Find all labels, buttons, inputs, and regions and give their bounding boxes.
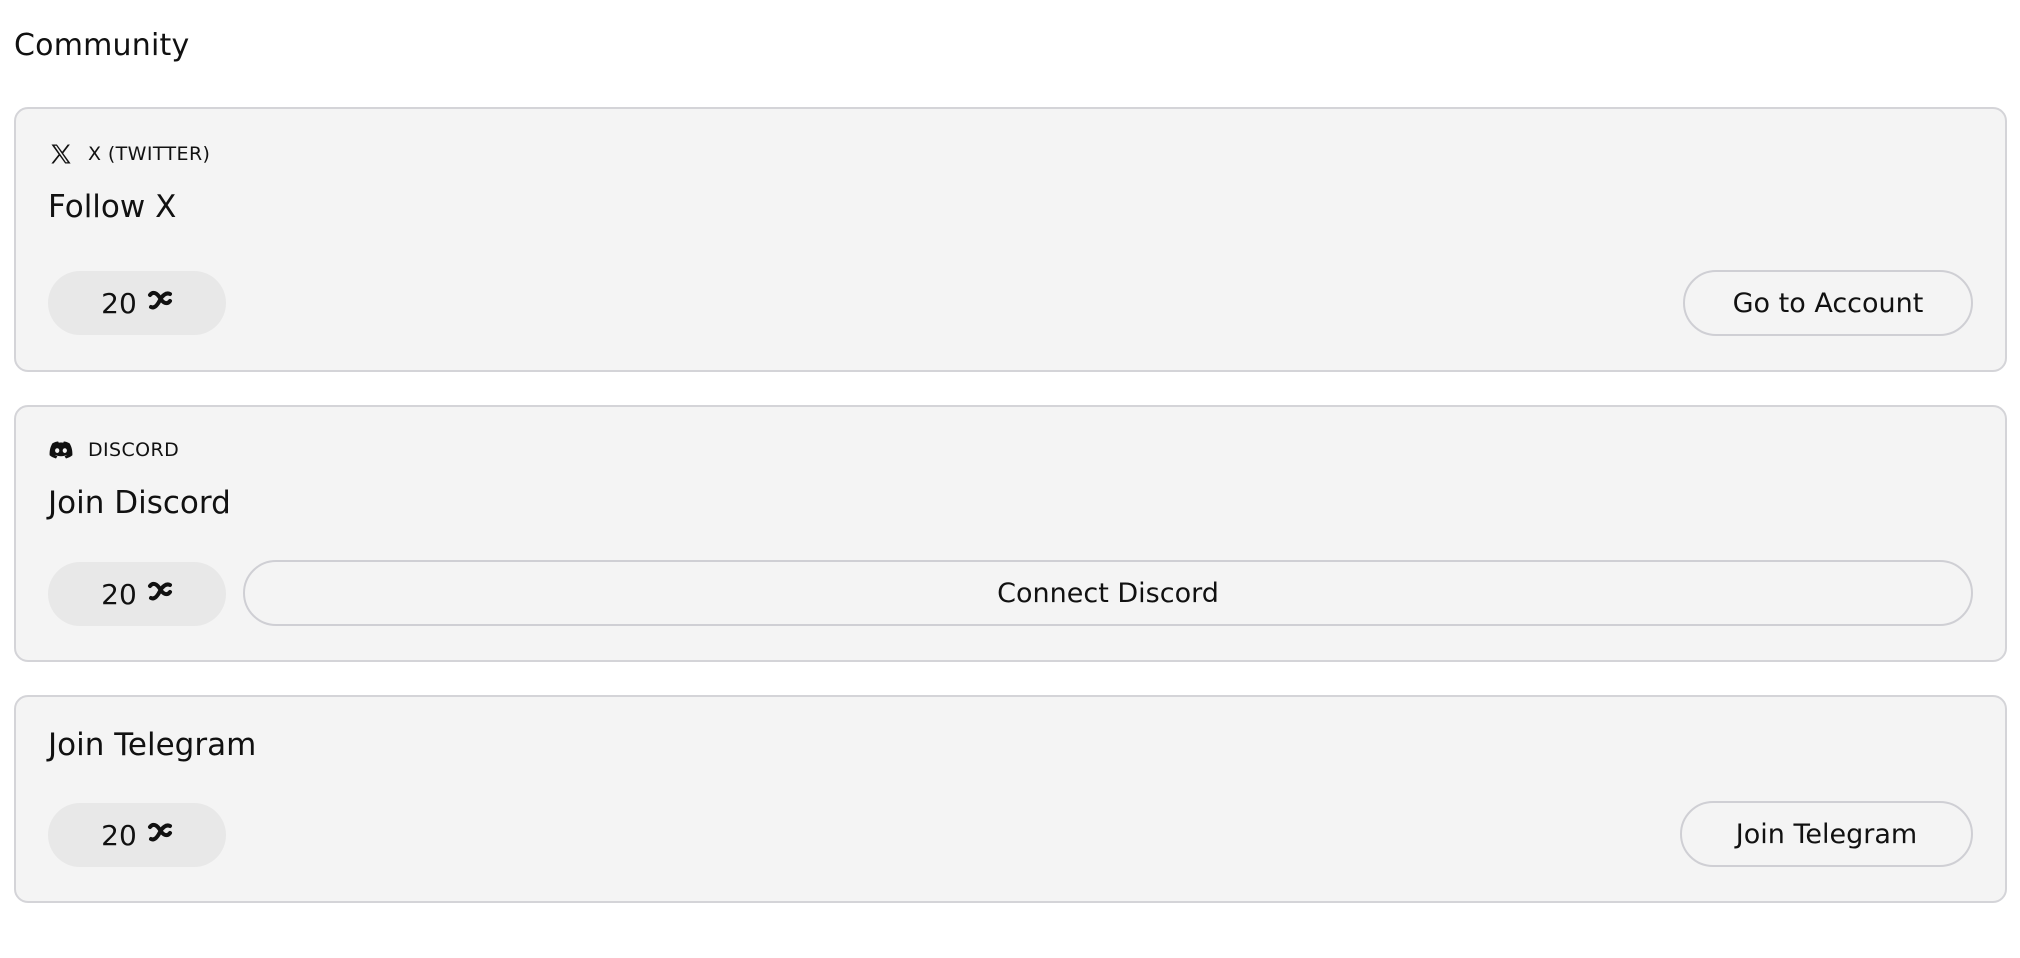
discord-logo-icon [48, 437, 74, 463]
task-title: Join Discord [48, 485, 231, 521]
go-to-account-button[interactable]: Go to Account [1683, 270, 1973, 336]
connect-discord-button[interactable]: Connect Discord [243, 560, 1973, 626]
task-card-discord: DISCORD Join Discord 20 Connect Discord [14, 405, 2007, 662]
points-badge: 20 [48, 271, 226, 335]
points-badge: 20 [48, 562, 226, 626]
points-value: 20 [101, 577, 137, 611]
platform-label: DISCORD [88, 439, 180, 461]
points-value: 20 [101, 286, 137, 320]
points-token-icon [147, 578, 173, 611]
points-token-icon [147, 819, 173, 852]
points-token-icon [147, 287, 173, 320]
task-title: Join Telegram [48, 727, 257, 763]
x-logo-icon [48, 141, 74, 167]
join-telegram-button[interactable]: Join Telegram [1680, 801, 1973, 867]
community-page: Community X (TWITTER) Follow X 20 Go to … [0, 0, 2020, 958]
points-badge: 20 [48, 803, 226, 867]
section-title: Community [14, 28, 190, 63]
task-card-x: X (TWITTER) Follow X 20 Go to Account [14, 107, 2007, 372]
points-value: 20 [101, 818, 137, 852]
platform-header: X (TWITTER) [48, 139, 210, 169]
platform-label: X (TWITTER) [88, 143, 211, 165]
task-title: Follow X [48, 189, 177, 225]
platform-header: DISCORD [48, 435, 179, 465]
task-card-telegram: Join Telegram 20 Join Telegram [14, 695, 2007, 903]
